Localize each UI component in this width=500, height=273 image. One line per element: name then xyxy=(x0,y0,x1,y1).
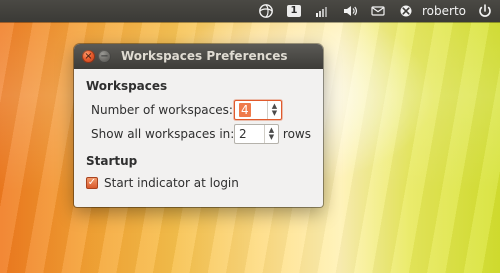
workspace-number-badge: 1 xyxy=(287,5,301,17)
power-icon[interactable] xyxy=(476,2,494,20)
number-of-workspaces-label: Number of workspaces: xyxy=(91,103,233,117)
show-all-workspaces-spinbox[interactable]: 2 ▲ ▼ xyxy=(234,124,279,144)
window-titlebar[interactable]: × − Workspaces Preferences xyxy=(74,44,323,69)
minimize-button[interactable]: − xyxy=(98,50,111,63)
start-indicator-label[interactable]: Start indicator at login xyxy=(104,176,239,190)
window-content: Workspaces Number of workspaces: 4 ▲ ▼ S… xyxy=(74,69,323,207)
network-signal-icon[interactable] xyxy=(313,2,331,20)
top-panel: 1 roberto xyxy=(0,0,500,22)
chevron-down-icon[interactable]: ▼ xyxy=(272,110,277,117)
show-all-workspaces-label: Show all workspaces in: xyxy=(91,127,235,141)
user-status-icon[interactable] xyxy=(397,2,415,20)
window-title: Workspaces Preferences xyxy=(121,49,288,63)
close-icon: × xyxy=(84,50,93,62)
ubuntu-one-icon[interactable] xyxy=(257,2,275,20)
show-all-workspaces-stepper[interactable]: ▲ ▼ xyxy=(263,125,278,143)
chevron-down-icon[interactable]: ▼ xyxy=(269,134,274,141)
checkmark-icon: ✓ xyxy=(87,177,97,188)
number-of-workspaces-selected-text: 4 xyxy=(239,103,251,117)
messaging-icon[interactable] xyxy=(369,2,387,20)
show-all-workspaces-row: Show all workspaces in: 2 ▲ ▼ rows xyxy=(91,122,311,146)
volume-icon[interactable] xyxy=(341,2,359,20)
number-of-workspaces-stepper[interactable]: ▲ ▼ xyxy=(267,101,281,119)
number-of-workspaces-row: Number of workspaces: 4 ▲ ▼ xyxy=(91,98,311,122)
panel-username[interactable]: roberto xyxy=(422,4,466,18)
number-of-workspaces-spinbox[interactable]: 4 ▲ ▼ xyxy=(234,100,282,120)
minimize-icon: − xyxy=(100,50,109,62)
start-indicator-checkbox[interactable]: ✓ xyxy=(86,177,98,189)
workspace-indicator-icon[interactable]: 1 xyxy=(285,2,303,20)
show-all-workspaces-value[interactable]: 2 xyxy=(235,125,264,143)
workspaces-section-title: Workspaces xyxy=(86,79,168,93)
close-button[interactable]: × xyxy=(82,50,95,63)
start-indicator-checkbox-row[interactable]: ✓ Start indicator at login xyxy=(86,173,311,193)
startup-section: Startup ✓ Start indicator at login xyxy=(86,154,311,193)
number-of-workspaces-value[interactable]: 4 xyxy=(235,101,267,119)
rows-suffix: rows xyxy=(282,127,311,141)
workspaces-preferences-window: × − Workspaces Preferences Workspaces Nu… xyxy=(74,44,323,207)
panel-indicators: 1 roberto xyxy=(257,0,494,22)
startup-section-title: Startup xyxy=(86,154,138,168)
